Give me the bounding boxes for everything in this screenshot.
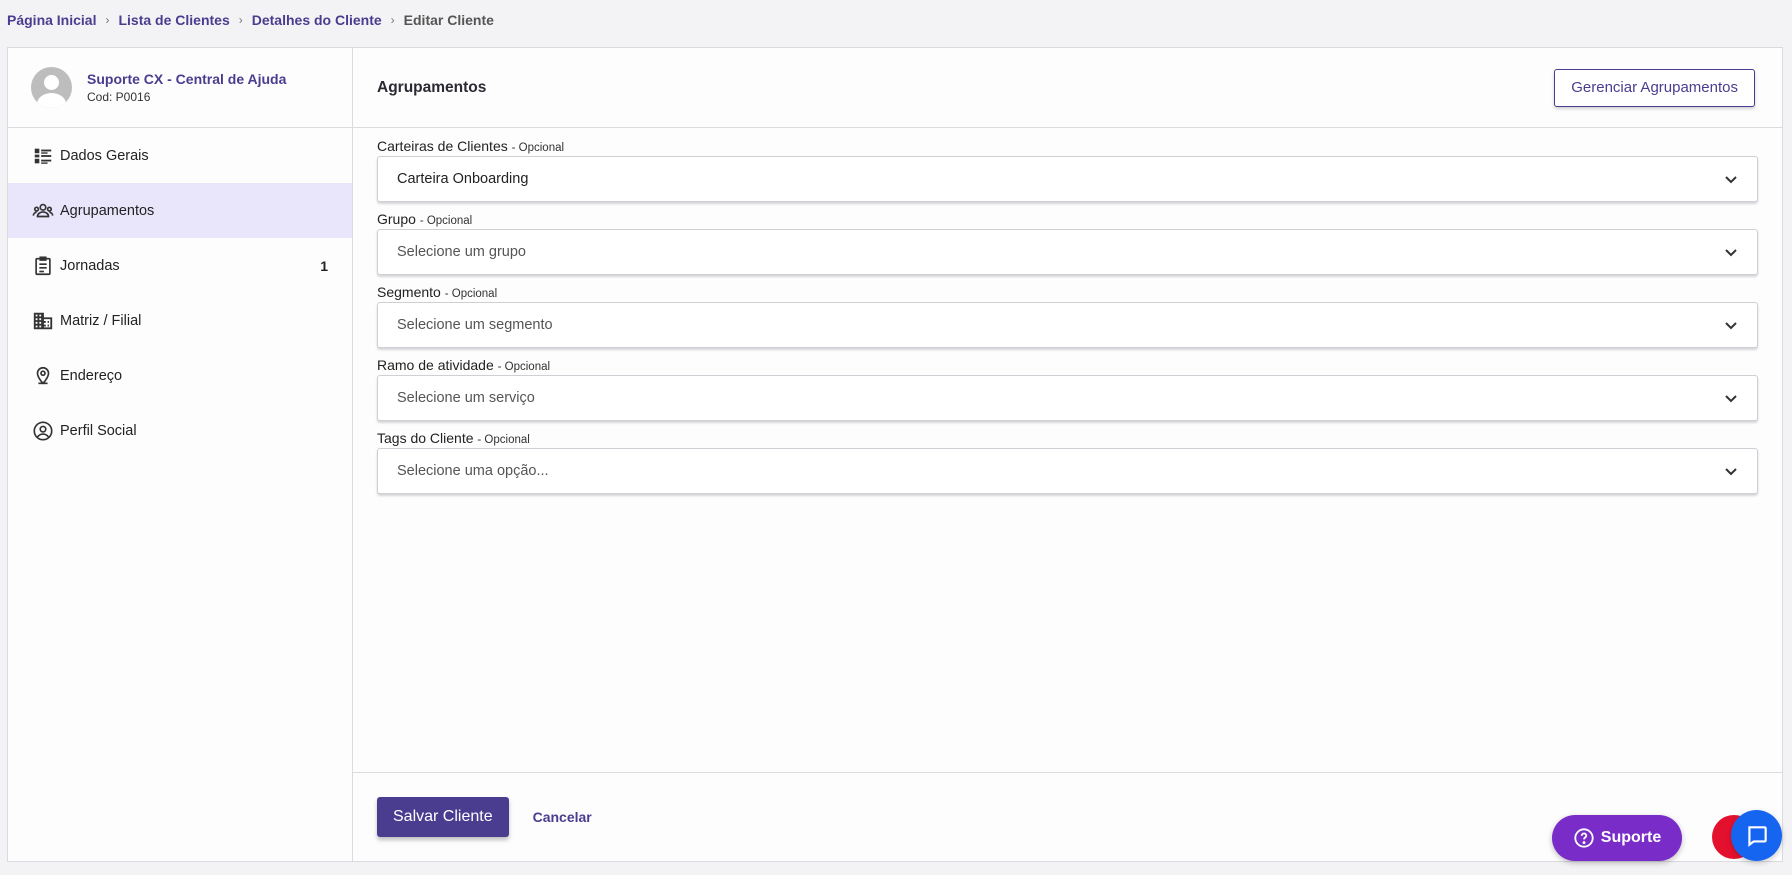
chevron-right-icon: › xyxy=(238,13,243,27)
chevron-right-icon: › xyxy=(390,13,395,27)
chevron-down-icon xyxy=(1725,322,1737,330)
groups-form: Carteiras de Clientes - Opcional Carteir… xyxy=(377,138,1758,503)
field-label: Carteiras de Clientes xyxy=(377,138,508,154)
optional-label: - Opcional xyxy=(511,142,565,154)
chevron-right-icon: › xyxy=(105,13,110,27)
field-label: Ramo de atividade xyxy=(377,357,494,373)
client-code: Cod: P0016 xyxy=(87,89,151,104)
carteiras-select[interactable]: Carteira Onboarding xyxy=(377,156,1758,202)
help-circle-icon xyxy=(1574,828,1594,848)
field-label: Tags do Cliente xyxy=(377,430,474,446)
count-badge: 1 xyxy=(320,257,328,274)
tags-select[interactable]: Selecione uma opção... xyxy=(377,448,1758,494)
field-tags: Tags do Cliente - Opcional Selecione uma… xyxy=(377,430,1758,494)
edit-client-card: Suporte CX - Central de Ajuda Cod: P0016… xyxy=(7,47,1783,862)
account-circle-icon xyxy=(33,420,53,441)
select-placeholder: Selecione uma opção... xyxy=(397,463,549,479)
chevron-down-icon xyxy=(1725,176,1737,184)
chevron-down-icon xyxy=(1725,468,1737,476)
grupo-select[interactable]: Selecione um grupo xyxy=(377,229,1758,275)
list-icon xyxy=(34,148,52,164)
breadcrumb-link-home[interactable]: Página Inicial xyxy=(7,12,96,28)
sidebar-item-perfil-social[interactable]: Perfil Social xyxy=(8,403,352,458)
select-placeholder: Selecione um serviço xyxy=(397,390,535,406)
field-label: Grupo xyxy=(377,211,416,227)
sidebar-nav: Dados Gerais Agrupamentos Jornadas 1 Mat… xyxy=(8,128,352,458)
breadcrumb: Página Inicial › Lista de Clientes › Det… xyxy=(7,10,494,30)
chevron-down-icon xyxy=(1725,249,1737,257)
sidebar-item-dados-gerais[interactable]: Dados Gerais xyxy=(8,128,352,183)
optional-label: - Opcional xyxy=(477,434,530,446)
breadcrumb-current: Editar Cliente xyxy=(403,12,494,28)
field-segmento: Segmento - Opcional Selecione um segment… xyxy=(377,284,1758,348)
support-label: Suporte xyxy=(1600,829,1662,846)
sidebar-item-matriz-filial[interactable]: Matriz / Filial xyxy=(8,293,352,348)
building-icon xyxy=(33,312,53,329)
select-placeholder: Selecione um grupo xyxy=(397,244,526,260)
breadcrumb-link-client-list[interactable]: Lista de Clientes xyxy=(118,12,229,28)
optional-label: - Opcional xyxy=(497,361,551,373)
field-label: Segmento xyxy=(377,284,441,300)
sidebar: Suporte CX - Central de Ajuda Cod: P0016… xyxy=(8,48,353,861)
main-panel: Agrupamentos Gerenciar Agrupamentos Cart… xyxy=(353,48,1782,861)
field-ramo-atividade: Ramo de atividade - Opcional Selecione u… xyxy=(377,357,1758,421)
sidebar-item-label: Jornadas xyxy=(60,257,120,274)
location-pin-icon xyxy=(36,366,50,385)
sidebar-item-label: Perfil Social xyxy=(60,422,137,439)
optional-label: - Opcional xyxy=(444,288,498,300)
segmento-select[interactable]: Selecione um segmento xyxy=(377,302,1758,348)
groups-icon xyxy=(32,203,54,217)
sidebar-item-jornadas[interactable]: Jornadas 1 xyxy=(8,238,352,293)
cancel-link[interactable]: Cancelar xyxy=(533,809,592,825)
optional-label: - Opcional xyxy=(419,215,473,227)
section-title: Agrupamentos xyxy=(377,78,487,96)
sidebar-item-label: Endereço xyxy=(60,367,123,384)
select-value: Carteira Onboarding xyxy=(397,171,529,187)
client-header: Suporte CX - Central de Ajuda Cod: P0016 xyxy=(8,48,352,128)
chat-icon xyxy=(1747,825,1767,847)
section-header: Agrupamentos Gerenciar Agrupamentos xyxy=(353,48,1782,128)
sidebar-item-label: Agrupamentos xyxy=(60,202,155,219)
support-button[interactable]: Suporte xyxy=(1552,815,1682,861)
chat-button[interactable] xyxy=(1731,810,1782,861)
ramo-atividade-select[interactable]: Selecione um serviço xyxy=(377,375,1758,421)
sidebar-item-agrupamentos[interactable]: Agrupamentos xyxy=(8,183,352,238)
client-name[interactable]: Suporte CX - Central de Ajuda xyxy=(87,71,286,88)
field-grupo: Grupo - Opcional Selecione um grupo xyxy=(377,211,1758,275)
field-carteiras: Carteiras de Clientes - Opcional Carteir… xyxy=(377,138,1758,202)
sidebar-item-label: Matriz / Filial xyxy=(60,312,142,329)
avatar xyxy=(31,67,72,108)
clipboard-icon xyxy=(35,255,51,275)
sidebar-item-label: Dados Gerais xyxy=(60,147,149,164)
manage-groups-button[interactable]: Gerenciar Agrupamentos xyxy=(1554,68,1755,107)
sidebar-item-endereco[interactable]: Endereço xyxy=(8,348,352,403)
select-placeholder: Selecione um segmento xyxy=(397,317,553,333)
chevron-down-icon xyxy=(1725,395,1737,403)
breadcrumb-link-client-details[interactable]: Detalhes do Cliente xyxy=(252,12,382,28)
save-client-button[interactable]: Salvar Cliente xyxy=(377,797,509,837)
